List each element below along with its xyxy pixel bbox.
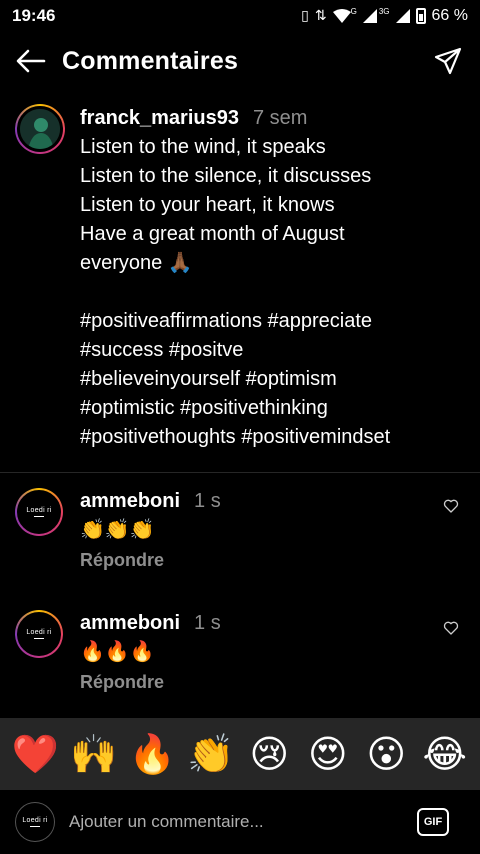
back-button[interactable] <box>14 44 48 78</box>
network-label-1: G <box>350 6 357 16</box>
battery-level: 66 % <box>431 7 468 24</box>
heart-outline-icon <box>443 499 459 513</box>
comment-item: Loedi ri ammeboni 1 s 🔥🔥🔥 Répondre <box>15 610 465 693</box>
emoji-crying-button[interactable]: 😢 <box>243 728 295 780</box>
like-button[interactable] <box>443 498 463 518</box>
emoji-raised-hands-button[interactable]: 🙌 <box>68 728 120 780</box>
comment-item: Loedi ri ammeboni 1 s 👏👏👏 Répondre <box>15 488 465 571</box>
avatar-logo-text: Loedi ri <box>22 817 48 824</box>
caption-hashtags[interactable]: #positiveaffirmations #appreciate #succe… <box>80 307 390 452</box>
status-icons: ▯ ⇅ G 3G 66 % <box>301 7 468 25</box>
comment-input-bar: Loedi ri GIF <box>0 790 480 854</box>
emoji-heart-eyes-button[interactable]: 😍 <box>302 728 354 780</box>
comment-username[interactable]: ammeboni <box>80 490 180 512</box>
header: Commentaires <box>0 36 480 86</box>
comment-input[interactable] <box>69 812 417 832</box>
reply-button[interactable]: Répondre <box>80 550 221 571</box>
post-caption: franck_marius93 7 sem Listen to the wind,… <box>15 104 465 452</box>
data-arrows-icon: ⇅ <box>314 8 327 24</box>
share-button[interactable] <box>430 43 466 79</box>
page-title: Commentaires <box>62 46 239 75</box>
paper-plane-icon <box>434 47 462 75</box>
comment-time: 1 s <box>194 612 221 634</box>
comment-text: 👏👏👏 <box>80 517 155 541</box>
caption-time: 7 sem <box>252 107 308 129</box>
avatar-logo-text: Loedi ri <box>26 507 52 514</box>
like-button[interactable] <box>443 620 463 640</box>
status-time: 19:46 <box>12 6 56 25</box>
reply-button[interactable]: Répondre <box>80 672 221 693</box>
emoji-fire-button[interactable]: 🔥 <box>126 728 178 780</box>
avatar[interactable]: Loedi ri <box>15 488 63 536</box>
comment-username[interactable]: ammeboni <box>80 612 180 634</box>
divider <box>0 472 480 473</box>
emoji-clapping-button[interactable]: 👏 <box>185 728 237 780</box>
avatar[interactable]: Loedi ri <box>15 802 55 842</box>
status-bar: 19:46 ▯ ⇅ G 3G 66 % <box>0 0 480 32</box>
avatar-logo-text: Loedi ri <box>26 629 52 636</box>
arrow-left-icon <box>16 49 46 73</box>
emoji-quick-bar: ❤️ 🙌 🔥 👏 😢 😍 😮 😂 <box>0 718 480 790</box>
profile-photo-icon <box>20 109 60 149</box>
caption-text: Listen to the wind, it speaks Listen to … <box>80 136 372 274</box>
emoji-surprised-button[interactable]: 😮 <box>360 728 412 780</box>
battery-icon <box>415 8 426 24</box>
avatar[interactable] <box>15 104 65 154</box>
emoji-laughing-button[interactable]: 😂 <box>419 728 471 780</box>
network-label-2: 3G <box>378 6 390 16</box>
caption-username[interactable]: franck_marius93 <box>80 107 239 129</box>
wifi-icon <box>332 9 351 23</box>
gif-button[interactable]: GIF <box>417 808 449 836</box>
signal-icon-2 <box>395 9 410 23</box>
comment-text: 🔥🔥🔥 <box>80 639 155 663</box>
comment-time: 1 s <box>194 490 221 512</box>
heart-outline-icon <box>443 621 459 635</box>
vibrate-icon: ▯ <box>301 8 309 24</box>
emoji-red-heart-button[interactable]: ❤️ <box>9 728 61 780</box>
signal-icon-1 <box>362 9 377 23</box>
avatar[interactable]: Loedi ri <box>15 610 63 658</box>
